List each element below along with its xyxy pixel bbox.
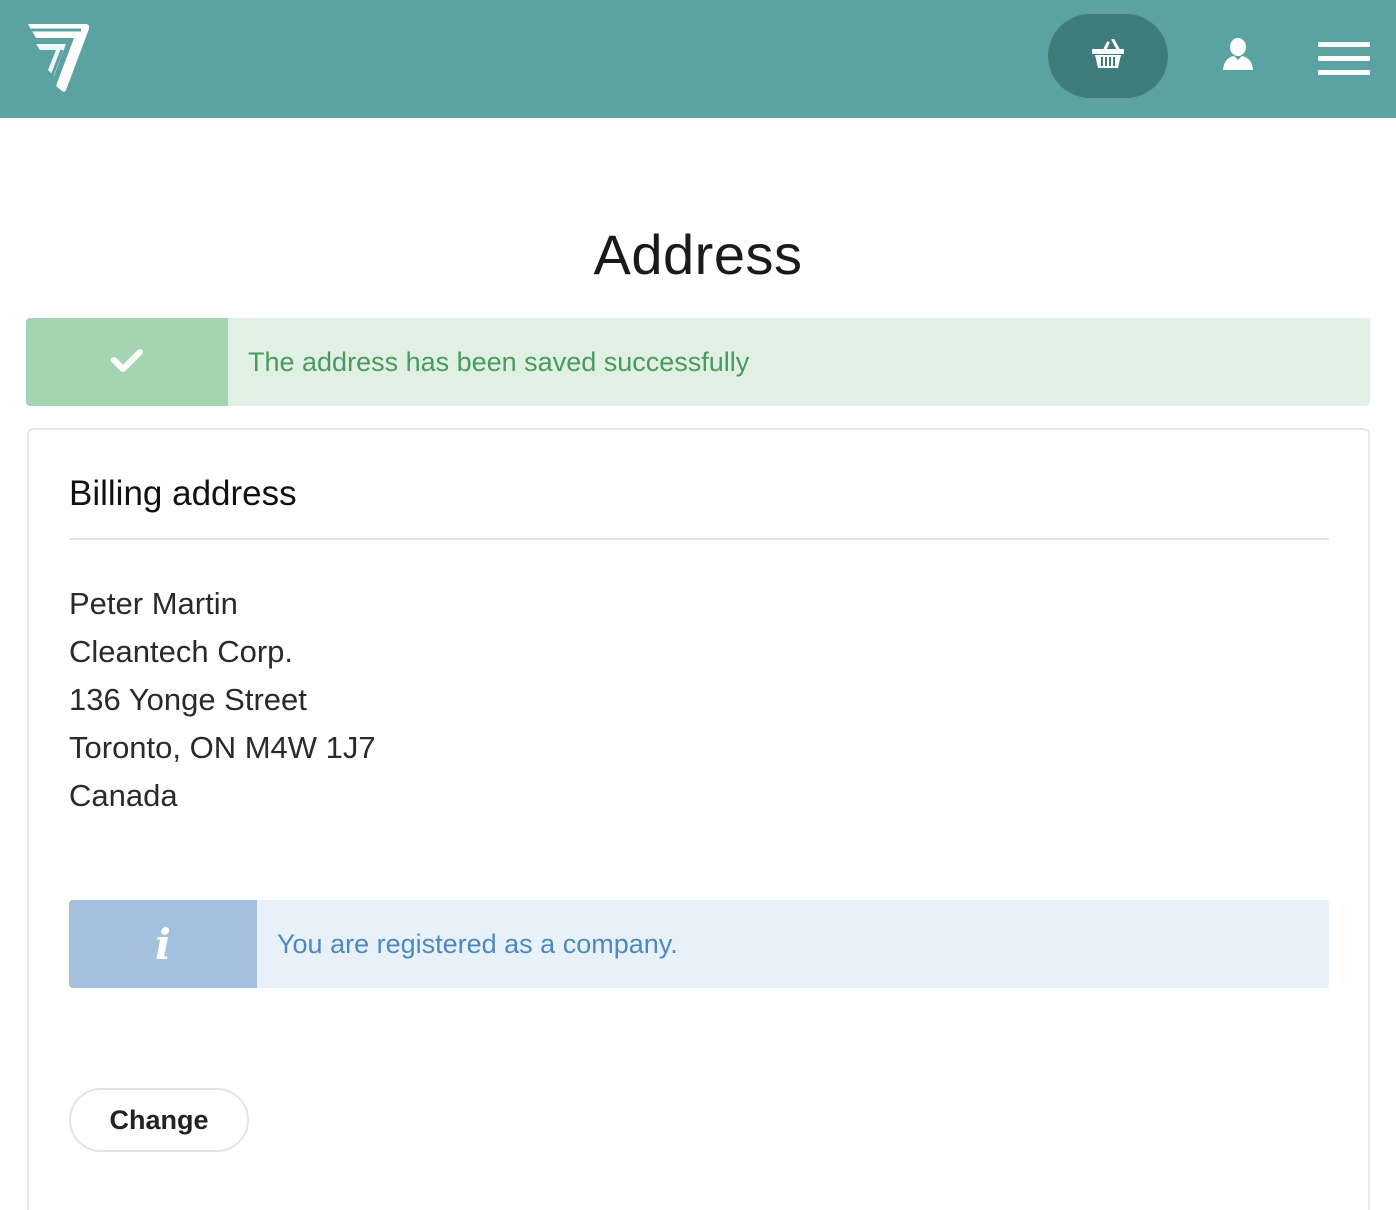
user-icon [1221, 37, 1255, 76]
info-alert: i You are registered as a company. [69, 900, 1329, 988]
brand-logo-icon[interactable] [26, 20, 92, 94]
info-icon: i [155, 919, 171, 969]
divider [69, 538, 1329, 540]
address-city: Toronto, ON M4W 1J7 [69, 730, 376, 765]
info-icon-box: i [69, 900, 257, 988]
billing-address-card: Billing address Peter Martin Cleantech C… [27, 428, 1370, 1210]
info-message: You are registered as a company. [277, 929, 678, 959]
address-country: Canada [69, 778, 178, 813]
success-icon-box [26, 318, 228, 406]
success-message: The address has been saved successfully [248, 347, 750, 377]
hamburger-menu-icon[interactable] [1316, 40, 1370, 78]
basket-icon [1091, 38, 1125, 74]
address-street: 136 Yonge Street [69, 682, 307, 717]
billing-address-block: Peter Martin Cleantech Corp. 136 Yonge S… [69, 580, 376, 820]
address-name: Peter Martin [69, 586, 238, 621]
cart-button[interactable] [1048, 14, 1168, 98]
success-alert: The address has been saved successfully [26, 318, 1370, 406]
page-title: Address [593, 223, 803, 286]
check-icon [111, 347, 143, 378]
billing-address-title: Billing address [69, 474, 297, 513]
top-navbar [0, 0, 1396, 118]
change-button[interactable]: Change [69, 1088, 249, 1152]
user-account-button[interactable] [1214, 34, 1262, 78]
address-company: Cleantech Corp. [69, 634, 294, 669]
